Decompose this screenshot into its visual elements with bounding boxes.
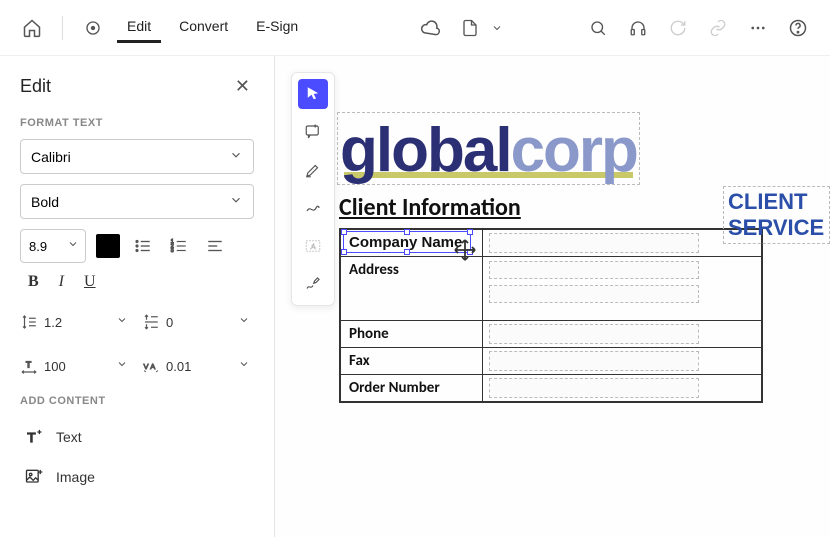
row-address-value[interactable] [482, 257, 762, 321]
chevron-down-icon [234, 313, 254, 331]
draw-tool-icon[interactable] [298, 193, 328, 223]
horizontal-scale-control[interactable]: T 100 [20, 349, 132, 383]
font-family-value: Calibri [31, 149, 71, 165]
line-height-value: 1.2 [44, 315, 106, 330]
add-image-label: Image [56, 469, 95, 485]
underline-button[interactable]: U [84, 273, 96, 291]
top-toolbar: Edit Convert E-Sign [0, 0, 830, 56]
chevron-down-icon [112, 313, 132, 331]
add-text-label: Text [56, 429, 82, 445]
row-order-label[interactable]: Order Number [340, 375, 482, 403]
horizontal-scale-icon: T [20, 357, 38, 375]
chevron-down-icon[interactable] [61, 237, 85, 255]
align-left-icon[interactable] [202, 233, 228, 259]
logo-text-a: global [340, 115, 511, 186]
svg-text:A: A [150, 362, 155, 371]
search-icon[interactable] [582, 12, 614, 44]
row-address-label[interactable]: Address [340, 257, 482, 321]
row-company-label[interactable]: Company Name [340, 229, 482, 257]
svg-text:3: 3 [171, 248, 174, 254]
numbered-list-icon[interactable]: 123 [166, 233, 192, 259]
floating-toolbar: A [291, 72, 335, 306]
help-icon[interactable] [782, 12, 814, 44]
paragraph-spacing-icon [142, 313, 160, 331]
bullet-list-icon[interactable] [130, 233, 156, 259]
add-image-button[interactable]: Image [20, 457, 254, 497]
horizontal-scale-value: 100 [44, 359, 106, 374]
add-text-button[interactable]: T Text [20, 417, 254, 457]
target-icon[interactable] [77, 12, 109, 44]
char-spacing-value: 0.01 [166, 359, 228, 374]
row-phone-label[interactable]: Phone [340, 321, 482, 348]
font-size-input[interactable] [20, 229, 86, 263]
logo[interactable]: globalcorp [337, 112, 640, 185]
refresh-icon [662, 12, 694, 44]
svg-text:V: V [144, 362, 149, 371]
line-height-control[interactable]: 1.2 [20, 305, 132, 339]
chevron-down-icon [112, 357, 132, 375]
tab-esign[interactable]: E-Sign [246, 12, 308, 43]
client-info-table: Company Name Address Phone [339, 228, 763, 403]
move-cursor-icon [453, 238, 477, 262]
image-icon [24, 467, 44, 487]
row-fax-label[interactable]: Fax [340, 348, 482, 375]
document-icon[interactable] [454, 12, 486, 44]
tab-convert[interactable]: Convert [169, 12, 238, 43]
italic-button[interactable]: I [59, 273, 64, 291]
logo-text-b: corp [511, 115, 637, 186]
chevron-down-icon [234, 357, 254, 375]
add-content-label: ADD CONTENT [20, 395, 254, 407]
text-color-swatch[interactable] [96, 234, 120, 258]
row-fax-value[interactable] [482, 348, 762, 375]
sign-tool-icon[interactable] [298, 269, 328, 299]
font-family-dropdown[interactable]: Calibri [20, 139, 254, 174]
chevron-down-icon[interactable] [488, 12, 506, 44]
paragraph-spacing-value: 0 [166, 315, 228, 330]
svg-text:A: A [311, 242, 316, 251]
comment-tool-icon[interactable] [298, 117, 328, 147]
bold-button[interactable]: B [28, 273, 39, 291]
document-canvas[interactable]: A globalcorp CLIENT SERVICE Client Infor… [275, 56, 830, 537]
row-phone-value[interactable] [482, 321, 762, 348]
cloud-icon[interactable] [414, 12, 446, 44]
chevron-down-icon [229, 193, 243, 210]
more-icon[interactable] [742, 12, 774, 44]
panel-title: Edit [20, 76, 51, 97]
row-order-value[interactable] [482, 375, 762, 403]
line-height-icon [20, 313, 38, 331]
text-box-tool-icon[interactable]: A [298, 231, 328, 261]
home-icon[interactable] [16, 12, 48, 44]
close-icon[interactable]: ✕ [231, 72, 254, 101]
font-weight-dropdown[interactable]: Bold [20, 184, 254, 219]
font-weight-value: Bold [31, 194, 59, 210]
row-company-value[interactable] [482, 229, 762, 257]
highlight-tool-icon[interactable] [298, 155, 328, 185]
char-spacing-control[interactable]: VA 0.01 [142, 349, 254, 383]
edit-sidebar: Edit ✕ FORMAT TEXT Calibri Bold 123 [0, 56, 275, 537]
select-tool-icon[interactable] [298, 79, 328, 109]
svg-text:T: T [26, 361, 31, 370]
char-spacing-icon: VA [142, 357, 160, 375]
svg-text:T: T [27, 430, 35, 445]
format-text-label: FORMAT TEXT [20, 117, 254, 129]
text-icon: T [24, 427, 44, 447]
link-icon [702, 12, 734, 44]
chevron-down-icon [229, 148, 243, 165]
font-size-value[interactable] [21, 239, 61, 254]
headphones-icon[interactable] [622, 12, 654, 44]
tab-edit[interactable]: Edit [117, 12, 161, 43]
paragraph-spacing-control[interactable]: 0 [142, 305, 254, 339]
